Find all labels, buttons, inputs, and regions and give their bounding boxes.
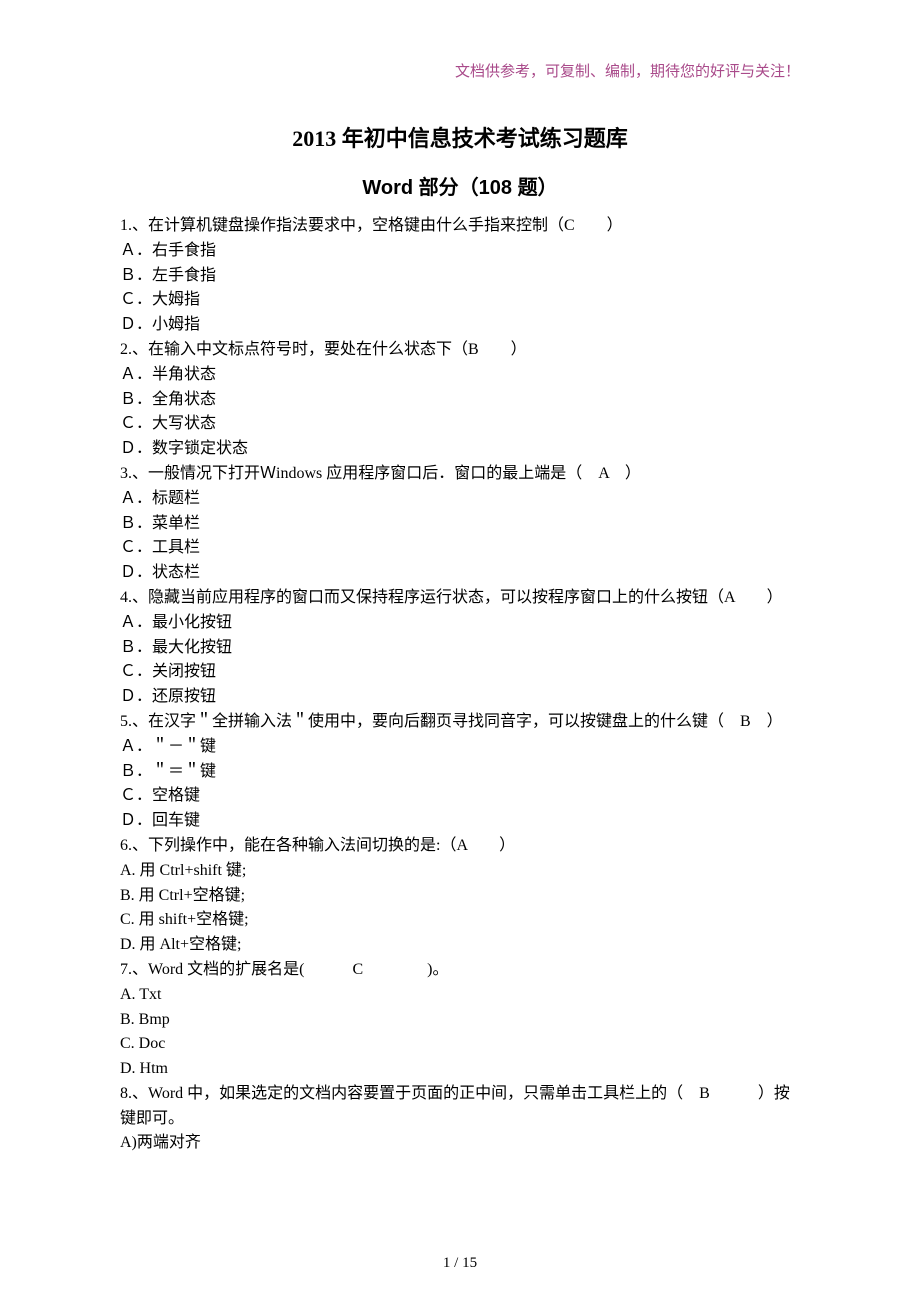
body-line: A. Txt [120,983,800,1008]
body-line: A)两端对齐 [120,1131,800,1156]
document-subtitle: Word 部分（108 题） [120,171,800,200]
page-number: 1 / 15 [0,1255,920,1272]
body-line: Ｃ．大姆指 [120,288,800,313]
body-line: C. Doc [120,1032,800,1057]
document-title: 2013 年初中信息技术考试练习题库 [120,121,800,153]
body-line: B. Bmp [120,1008,800,1033]
document-body: 1.、在计算机键盘操作指法要求中，空格键由什么手指来控制（C ）Ａ．右手食指Ｂ．… [120,214,800,1156]
body-line: Ａ．标题栏 [120,487,800,512]
body-line: D. 用 Alt+空格键; [120,933,800,958]
body-line: 2.、在输入中文标点符号时，要处在什么状态下（B ） [120,338,800,363]
body-line: C. 用 shift+空格键; [120,908,800,933]
body-line: Ａ．半角状态 [120,363,800,388]
document-page: 文档供参考，可复制、编制，期待您的好评与关注！ 2013 年初中信息技术考试练习… [0,0,920,1302]
body-line: 5.、在汉字＂全拼输入法＂使用中，要向后翻页寻找同音字，可以按键盘上的什么键（ … [120,710,800,735]
body-line: Ｃ．工具栏 [120,536,800,561]
body-line: 3.、一般情况下打开Ｗindows 应用程序窗口后．窗口的最上端是（ A ） [120,462,800,487]
body-line: Ｃ．关闭按钮 [120,660,800,685]
body-line: 6.、下列操作中，能在各种输入法间切换的是:（A ） [120,834,800,859]
body-line: Ｄ．回车键 [120,809,800,834]
body-line: Ｂ．菜单栏 [120,512,800,537]
body-line: Ａ．最小化按钮 [120,611,800,636]
body-line: Ｂ．＂＝＂键 [120,760,800,785]
body-line: 4.、隐藏当前应用程序的窗口而又保持程序运行状态，可以按程序窗口上的什么按钮（A… [120,586,800,611]
body-line: Ｄ．还原按钮 [120,685,800,710]
body-line: 8.、Word 中，如果选定的文档内容要置于页面的正中间，只需单击工具栏上的（ … [120,1082,800,1132]
header-note: 文档供参考，可复制、编制，期待您的好评与关注！ [120,60,800,81]
body-line: Ｄ．数字锁定状态 [120,437,800,462]
body-line: Ｄ．状态栏 [120,561,800,586]
body-line: 7.、Word 文档的扩展名是( C )。 [120,958,800,983]
body-line: A. 用 Ctrl+shift 键; [120,859,800,884]
body-line: Ｄ．小姆指 [120,313,800,338]
body-line: B. 用 Ctrl+空格键; [120,884,800,909]
body-line: Ａ．右手食指 [120,239,800,264]
body-line: Ｃ．空格键 [120,784,800,809]
body-line: Ｂ．左手食指 [120,264,800,289]
body-line: Ｂ．最大化按钮 [120,636,800,661]
body-line: Ｃ．大写状态 [120,412,800,437]
body-line: D. Htm [120,1057,800,1082]
body-line: Ｂ．全角状态 [120,388,800,413]
body-line: Ａ．＂－＂键 [120,735,800,760]
body-line: 1.、在计算机键盘操作指法要求中，空格键由什么手指来控制（C ） [120,214,800,239]
